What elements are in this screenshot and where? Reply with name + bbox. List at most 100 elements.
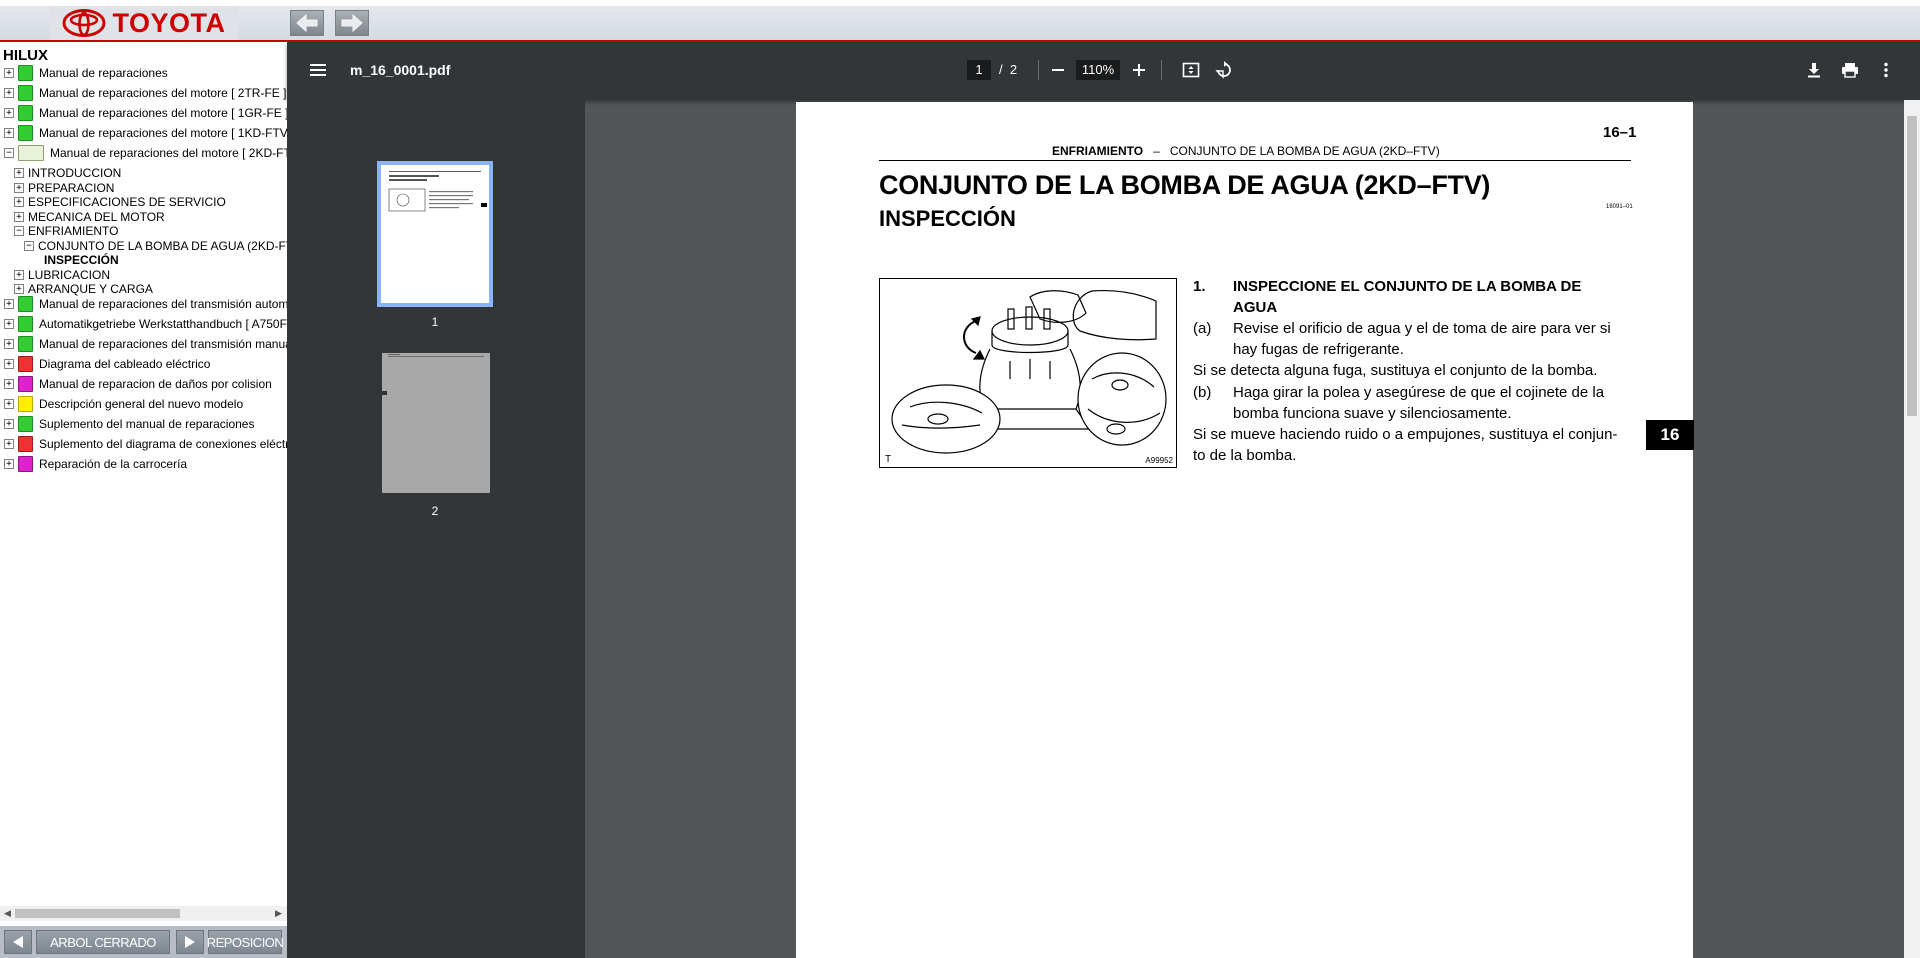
book-icon <box>18 335 33 352</box>
pdf-scroll-thumb[interactable] <box>1907 116 1917 416</box>
pdf-title: CONJUNTO DE LA BOMBA DE AGUA (2KD–FTV) <box>879 170 1491 200</box>
top-bar: TOYOTA <box>0 0 1920 42</box>
thumbnail-page-1[interactable] <box>377 161 493 307</box>
tree-item-label: Descripción general del nuevo modelo <box>39 396 244 411</box>
pdf-vertical-scrollbar[interactable] <box>1904 100 1920 958</box>
tree-item[interactable]: + Diagrama del cableado eléctrico <box>4 355 210 373</box>
tree-item[interactable]: + Suplemento del diagrama de conexiones e… <box>4 435 287 453</box>
pdf-page: 16–1 ENFRIAMIENTO – CONJUNTO DE LA BOMBA… <box>796 102 1694 958</box>
book-icon <box>18 295 33 312</box>
pdf-page-number: 16–1 <box>1603 124 1637 141</box>
fit-to-page-icon <box>1182 62 1200 78</box>
expand-icon[interactable]: + <box>14 168 24 178</box>
tree-item[interactable]: + Descripción general del nuevo modelo <box>4 395 243 413</box>
expand-icon[interactable]: + <box>14 284 24 294</box>
plus-icon <box>1133 64 1145 76</box>
scroll-left-icon[interactable]: ◀ <box>4 908 11 919</box>
arbol-cerrado-button[interactable]: ARBOL CERRADO <box>36 930 170 954</box>
tree-item[interactable]: + Manual de reparaciones del transmisión … <box>4 295 287 313</box>
tree-item[interactable]: + Manual de reparaciones del transmisión … <box>4 335 287 353</box>
expand-icon[interactable]: + <box>4 418 14 429</box>
expand-icon[interactable]: + <box>4 458 14 469</box>
expand-icon[interactable]: + <box>4 378 14 389</box>
pdf-toolbar: m_16_0001.pdf 1 / 2 110% <box>287 42 1920 100</box>
expand-icon[interactable]: + <box>14 197 24 207</box>
fit-page-button[interactable] <box>1180 59 1202 81</box>
more-options-button[interactable] <box>1875 59 1897 81</box>
pdf-filename: m_16_0001.pdf <box>350 62 451 78</box>
zoom-out-button[interactable] <box>1047 59 1069 81</box>
book-icon <box>18 455 33 472</box>
zoom-level-input[interactable]: 110% <box>1076 60 1120 80</box>
print-button[interactable] <box>1839 59 1861 81</box>
expand-icon[interactable]: + <box>4 128 14 138</box>
tree-horizontal-scrollbar[interactable]: ◀ ▶ <box>0 906 287 921</box>
rotate-button[interactable] <box>1212 59 1234 81</box>
book-icon <box>18 415 33 432</box>
collapse-icon[interactable]: − <box>24 240 34 251</box>
book-icon <box>18 85 33 101</box>
page-number-input[interactable]: 1 <box>967 60 991 80</box>
tree-item-label: Reparación de la carrocería <box>39 456 188 471</box>
tree-item[interactable]: + Manual de reparaciones <box>4 64 168 82</box>
triangle-left-icon <box>13 936 23 948</box>
book-icon <box>18 435 33 452</box>
substep-b-line-2: bomba funciona suave y silenciosamente. <box>1233 405 1512 422</box>
substep-b-result-line-1: Si se mueve haciendo ruido o a empujones… <box>1193 426 1618 443</box>
tree-item[interactable]: + Suplemento del manual de reparaciones <box>4 415 254 433</box>
arrow-right-icon <box>341 14 363 32</box>
minus-icon <box>1052 69 1064 71</box>
next-button[interactable] <box>176 930 204 954</box>
tree-item[interactable]: + Manual de reparaciones del motore [ 1GR… <box>4 104 287 122</box>
zoom-in-button[interactable] <box>1128 59 1150 81</box>
brand-name: TOYOTA <box>112 7 226 38</box>
expand-icon[interactable]: + <box>4 398 14 409</box>
collapse-icon[interactable]: − <box>4 148 14 158</box>
thumbnail-page-2[interactable] <box>382 353 490 493</box>
expand-icon[interactable]: + <box>14 211 24 222</box>
tree-item[interactable]: + Automatikgetriebe Werkstatthandbuch [ A… <box>4 315 287 333</box>
expand-icon[interactable]: + <box>4 88 14 98</box>
expand-icon[interactable]: + <box>4 358 14 369</box>
expand-icon[interactable]: + <box>4 68 14 78</box>
expand-icon[interactable]: + <box>4 108 14 118</box>
pdf-doc-code: 16091–01 <box>1606 204 1633 210</box>
tree-item[interactable]: + Manual de reparacion de daños por colis… <box>4 375 272 393</box>
expand-icon[interactable]: + <box>14 269 24 280</box>
top-bar-strip <box>0 6 1920 40</box>
substep-b-line-1: Haga girar la polea y asegúrese de que e… <box>1233 384 1605 401</box>
figure-letter: T <box>885 454 892 465</box>
book-icon <box>18 375 33 392</box>
expand-icon[interactable]: + <box>4 298 14 309</box>
download-button[interactable] <box>1803 59 1825 81</box>
reposicion-button[interactable]: REPOSICION <box>207 930 284 954</box>
expand-icon[interactable]: + <box>4 338 14 349</box>
tree-item-label: Manual de reparaciones del motore [ 2KD-… <box>50 146 287 160</box>
book-icon <box>18 395 33 412</box>
more-vertical-icon <box>1884 62 1888 78</box>
substep-a-line-2: hay fugas de refrigerante. <box>1233 341 1404 358</box>
tree-item[interactable]: − Manual de reparaciones del motore [ 2KD… <box>4 144 287 162</box>
tree-scroll-thumb[interactable] <box>15 909 180 918</box>
bottom-bar: ARBOL CERRADO REPOSICION <box>0 926 287 958</box>
tree-item[interactable]: + Manual de reparaciones del motore [ 1KD… <box>4 124 287 142</box>
expand-icon[interactable]: + <box>14 182 24 193</box>
forward-button[interactable] <box>335 10 369 36</box>
toolbar-separator <box>1161 60 1162 80</box>
expand-icon[interactable]: + <box>4 318 14 329</box>
tree-item[interactable]: + Reparación de la carrocería <box>4 455 187 473</box>
tree-item[interactable]: + Manual de reparaciones del motore [ 2TR… <box>4 84 286 102</box>
menu-icon[interactable] <box>309 61 327 79</box>
back-button[interactable] <box>290 10 324 36</box>
tree-item-label: Manual de reparacion de daños por colisi… <box>39 376 272 391</box>
collapse-icon[interactable]: − <box>14 226 24 236</box>
tree-root-title: HILUX <box>3 47 48 64</box>
book-icon <box>18 105 33 121</box>
book-icon <box>18 315 33 332</box>
scroll-right-icon[interactable]: ▶ <box>275 908 282 919</box>
print-icon <box>1842 63 1858 78</box>
step-1-line-1: INSPECCIONE EL CONJUNTO DE LA BOMBA DE <box>1233 278 1582 295</box>
expand-icon[interactable]: + <box>4 438 14 449</box>
prev-button[interactable] <box>4 930 32 954</box>
substep-a-label: (a) <box>1193 320 1212 337</box>
